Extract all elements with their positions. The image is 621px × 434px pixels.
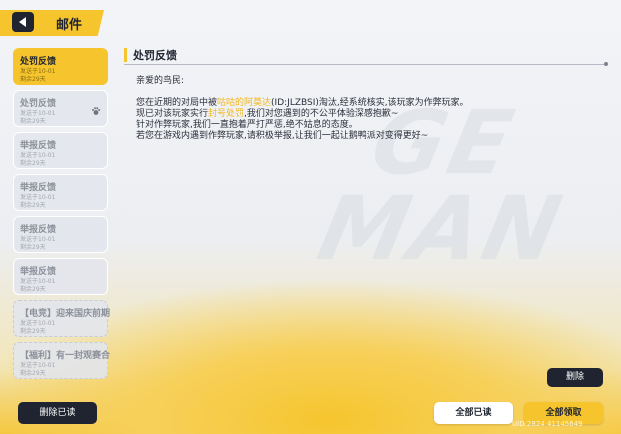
mail-remaining: 剩余29天 — [20, 76, 46, 83]
page-title: 邮件 — [56, 18, 83, 33]
title-accent — [124, 48, 127, 62]
text: (ID:JLZBSI)淘汰,经系统核实,该玩家为作弊玩家。 — [271, 98, 469, 108]
cheater-name: 咕咕的阿莫达 — [217, 98, 272, 108]
text: ,我们对您遇到的不公平体验深感抱歉~ — [244, 109, 399, 119]
divider — [124, 64, 606, 65]
read-all-button[interactable]: 全部已读 — [434, 402, 513, 424]
body-line-3: 针对作弊玩家,我们一直抱着严打严惩,绝不姑息的态度。 — [136, 120, 358, 130]
greeting: 亲爱的鸟民: — [136, 76, 185, 86]
divider-dot — [604, 62, 608, 66]
mail-remaining: 剩余29天 — [20, 202, 46, 209]
mail-item[interactable]: 【福利】有一封观赛合… 发送于10-01 剩余29天 — [13, 342, 110, 379]
body-line-4: 若您在游戏内遇到作弊玩家,请积极举报,让我们一起让鹅鸭派对变得更好~ — [136, 131, 429, 141]
delete-read-button[interactable]: 删除已读 — [18, 402, 97, 424]
mail-remaining: 剩余29天 — [20, 286, 46, 293]
mail-item[interactable]: 举报反馈 发送于10-01 剩余29天 — [13, 258, 108, 295]
mail-list[interactable]: 处罚反馈 发送于10-01 剩余29天 处罚反馈 发送于10-01 剩余29天 举报反馈 发送… — [13, 48, 110, 391]
mail-item[interactable]: 【电竞】迎来国庆前期,…发送于10-01剩余29天 — [13, 300, 110, 337]
mail-body: 亲爱的鸟民: 您在近期的对局中被咕咕的阿莫达(ID:JLZBSI)淘汰,经系统核… — [136, 76, 606, 142]
penalty-text: 封号处罚 — [208, 109, 245, 119]
paw-icon — [92, 107, 101, 115]
mail-remaining: 剩余29天 — [20, 370, 46, 377]
detail-title: 处罚反馈 — [133, 49, 177, 62]
mail-remaining: 剩余29天 — [20, 328, 46, 335]
text: 现已对该玩家实行 — [136, 109, 209, 119]
body-line-2: 现已对该玩家实行封号处罚,我们对您遇到的不公平体验深感抱歉~ — [136, 109, 606, 120]
mail-item[interactable]: 举报反馈 发送于10-01 剩余29天 — [13, 216, 108, 253]
mail-remaining: 剩余29天 — [20, 118, 46, 125]
mail-remaining: 剩余29天 — [20, 160, 46, 167]
delete-button[interactable]: 删除 — [547, 368, 603, 387]
detail-header: 处罚反馈 — [124, 46, 609, 64]
mail-item[interactable]: 处罚反馈 发送于10-01 剩余29天 — [13, 90, 108, 127]
body-line-1: 您在近期的对局中被咕咕的阿莫达(ID:JLZBSI)淘汰,经系统核实,该玩家为作… — [136, 98, 606, 109]
mail-item[interactable]: 处罚反馈 发送于10-01 剩余29天 — [13, 48, 108, 85]
mail-item[interactable]: 举报反馈 发送于10-01 剩余29天 — [13, 132, 108, 169]
mail-remaining: 剩余29天 — [20, 244, 46, 251]
mail-item[interactable]: 举报反馈 发送于10-01 剩余29天 — [13, 174, 108, 211]
text: 您在近期的对局中被 — [136, 98, 218, 108]
uid-label: UID:2824 41145649 — [512, 420, 583, 428]
back-button[interactable] — [12, 12, 34, 32]
